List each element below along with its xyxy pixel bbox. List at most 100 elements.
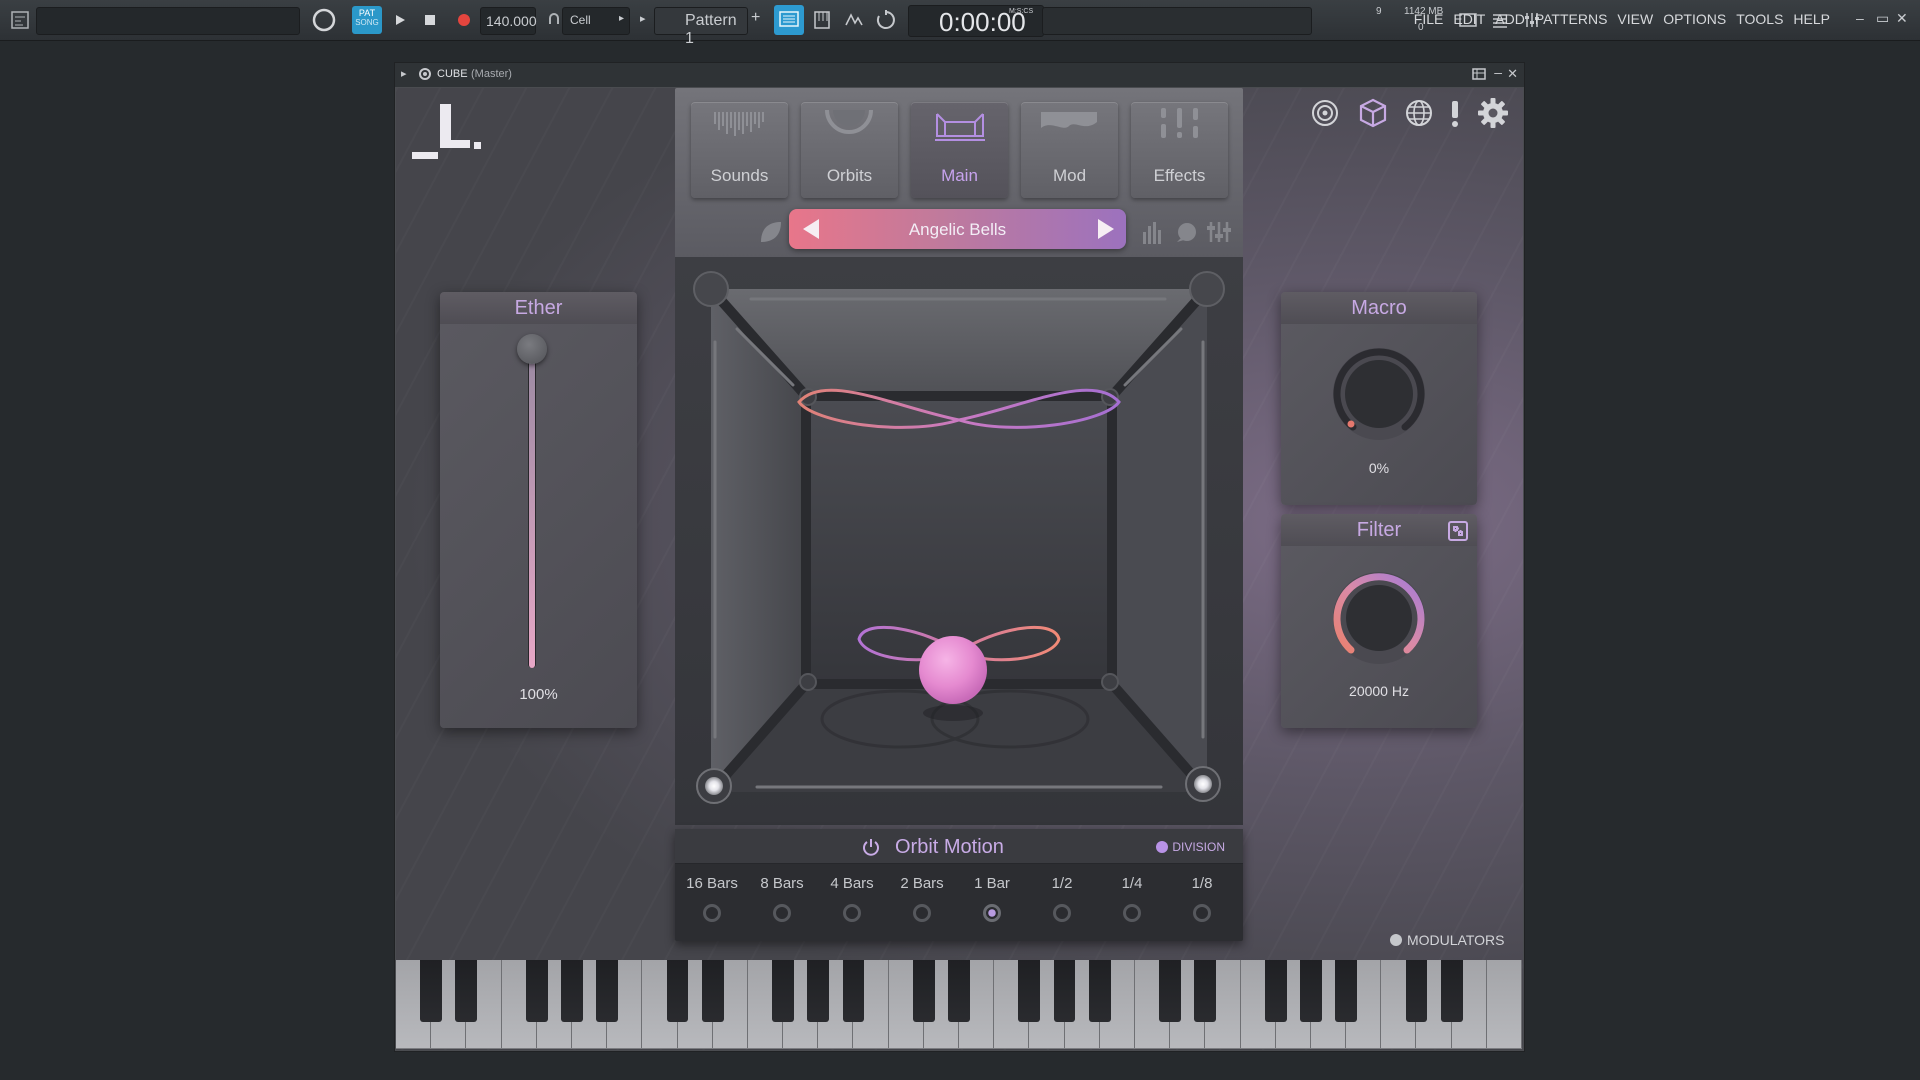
- metronome-dial-icon[interactable]: [310, 6, 338, 34]
- pat-song-toggle[interactable]: PAT SONG: [352, 6, 382, 34]
- division-radio[interactable]: [913, 904, 931, 922]
- time-display[interactable]: 0:00:00 M:S:CS: [908, 5, 1044, 37]
- browser-toggle-icon[interactable]: [6, 6, 34, 34]
- black-key[interactable]: [1018, 960, 1041, 1022]
- black-key[interactable]: [772, 960, 794, 1022]
- division-toggle[interactable]: DIVISION: [1156, 840, 1225, 854]
- orbit-orb[interactable]: [919, 636, 987, 704]
- pattern-prev-icon[interactable]: ▸: [640, 12, 646, 25]
- division-option-16-bars[interactable]: 16 Bars: [677, 875, 747, 922]
- black-key[interactable]: [912, 960, 935, 1022]
- globe-icon[interactable]: [1402, 96, 1436, 130]
- black-key[interactable]: [420, 960, 443, 1022]
- loop-icon[interactable]: [872, 6, 900, 34]
- add-pattern-icon[interactable]: +: [751, 9, 760, 27]
- menu-view[interactable]: VIEW: [1617, 11, 1653, 27]
- pattern-select[interactable]: Pattern 1: [654, 7, 748, 47]
- menu-edit[interactable]: EDIT: [1453, 11, 1485, 27]
- tempo-display[interactable]: 140.000: [480, 7, 537, 35]
- black-key[interactable]: [596, 960, 619, 1022]
- tab-effects[interactable]: Effects: [1131, 102, 1228, 198]
- division-radio[interactable]: [1123, 904, 1141, 922]
- division-option-8-bars[interactable]: 8 Bars: [747, 875, 817, 922]
- black-key[interactable]: [701, 960, 724, 1022]
- menu-options[interactable]: OPTIONS: [1663, 11, 1726, 27]
- black-key[interactable]: [1159, 960, 1182, 1022]
- black-key[interactable]: [561, 960, 583, 1022]
- division-radio-selected[interactable]: [983, 904, 1001, 922]
- division-option-1-bar[interactable]: 1 Bar: [957, 875, 1027, 922]
- plugin-minimize-icon[interactable]: –: [1494, 64, 1502, 80]
- chat-bubble-icon[interactable]: [1173, 220, 1199, 246]
- filter-knob[interactable]: [1329, 568, 1429, 668]
- spectrum-icon[interactable]: [1141, 218, 1165, 246]
- tab-mod[interactable]: Mod: [1021, 102, 1118, 198]
- plugin-gear-icon[interactable]: [417, 66, 433, 87]
- playlist-icon[interactable]: [774, 5, 804, 35]
- black-key[interactable]: [525, 960, 548, 1022]
- black-key[interactable]: [948, 960, 970, 1022]
- division-radio[interactable]: [773, 904, 791, 922]
- plugin-titlebar[interactable]: ▸ CUBE (Master) – ✕: [395, 63, 1524, 87]
- sliders-icon[interactable]: [1205, 218, 1233, 246]
- division-option-quarter[interactable]: 1/4: [1097, 875, 1167, 922]
- division-option-eighth[interactable]: 1/8: [1167, 875, 1237, 922]
- filter-link-icon[interactable]: [1447, 520, 1469, 542]
- menu-add[interactable]: ADD: [1495, 11, 1525, 27]
- white-key[interactable]: [1486, 960, 1522, 1048]
- menu-patterns[interactable]: PATTERNS: [1535, 11, 1608, 27]
- division-radio[interactable]: [1053, 904, 1071, 922]
- spiral-icon[interactable]: [1308, 96, 1342, 130]
- division-option-4-bars[interactable]: 4 Bars: [817, 875, 887, 922]
- black-key[interactable]: [455, 960, 478, 1022]
- modulators-toggle[interactable]: MODULATORS: [1390, 932, 1505, 948]
- menu-file[interactable]: FILE: [1414, 11, 1444, 27]
- ether-slider-track[interactable]: [517, 334, 547, 668]
- tab-orbits[interactable]: Orbits: [801, 102, 898, 198]
- preset-selector[interactable]: Angelic Bells: [789, 209, 1126, 249]
- division-radio[interactable]: [843, 904, 861, 922]
- black-key[interactable]: [807, 960, 830, 1022]
- record-icon[interactable]: [450, 6, 478, 34]
- ether-slider-fill: [529, 348, 535, 668]
- black-key[interactable]: [1405, 960, 1428, 1022]
- preset-next-icon[interactable]: [1094, 217, 1118, 241]
- black-key[interactable]: [1194, 960, 1217, 1022]
- black-key[interactable]: [1053, 960, 1076, 1022]
- macro-knob[interactable]: [1329, 344, 1429, 444]
- alert-icon[interactable]: [1440, 96, 1470, 130]
- menu-help[interactable]: HELP: [1793, 11, 1830, 27]
- black-key[interactable]: [1264, 960, 1287, 1022]
- orbit-power-icon[interactable]: [861, 837, 881, 857]
- stop-icon[interactable]: [416, 6, 444, 34]
- restore-icon[interactable]: ▭: [1876, 10, 1889, 27]
- black-key[interactable]: [1440, 960, 1463, 1022]
- division-radio[interactable]: [703, 904, 721, 922]
- close-app-icon[interactable]: ✕: [1896, 10, 1908, 27]
- black-key[interactable]: [1088, 960, 1111, 1022]
- play-icon[interactable]: [386, 6, 414, 34]
- minimize-icon[interactable]: –: [1856, 10, 1864, 26]
- tab-main[interactable]: Main: [911, 102, 1008, 198]
- leaf-icon[interactable]: [757, 218, 785, 246]
- settings-gear-icon[interactable]: [1476, 96, 1510, 130]
- tab-sounds[interactable]: Sounds: [691, 102, 788, 198]
- black-key[interactable]: [842, 960, 865, 1022]
- black-key[interactable]: [1299, 960, 1322, 1022]
- black-key[interactable]: [1335, 960, 1357, 1022]
- cube-icon[interactable]: [1356, 96, 1390, 130]
- division-option-2-bars[interactable]: 2 Bars: [887, 875, 957, 922]
- detach-icon[interactable]: [1472, 67, 1486, 86]
- ether-slider-handle[interactable]: [517, 334, 547, 364]
- cube-visualizer[interactable]: [675, 257, 1243, 825]
- division-option-half[interactable]: 1/2: [1027, 875, 1097, 922]
- mixer-icon[interactable]: [840, 6, 868, 34]
- piano-roll-icon[interactable]: [808, 6, 836, 34]
- black-key[interactable]: [666, 960, 689, 1022]
- collapse-arrow-icon[interactable]: ▸: [401, 67, 407, 80]
- snap-select[interactable]: Cell ▸: [562, 7, 630, 35]
- piano-keyboard[interactable]: [396, 960, 1522, 1049]
- menu-tools[interactable]: TOOLS: [1736, 11, 1783, 27]
- plugin-close-icon[interactable]: ✕: [1507, 66, 1518, 82]
- division-radio[interactable]: [1193, 904, 1211, 922]
